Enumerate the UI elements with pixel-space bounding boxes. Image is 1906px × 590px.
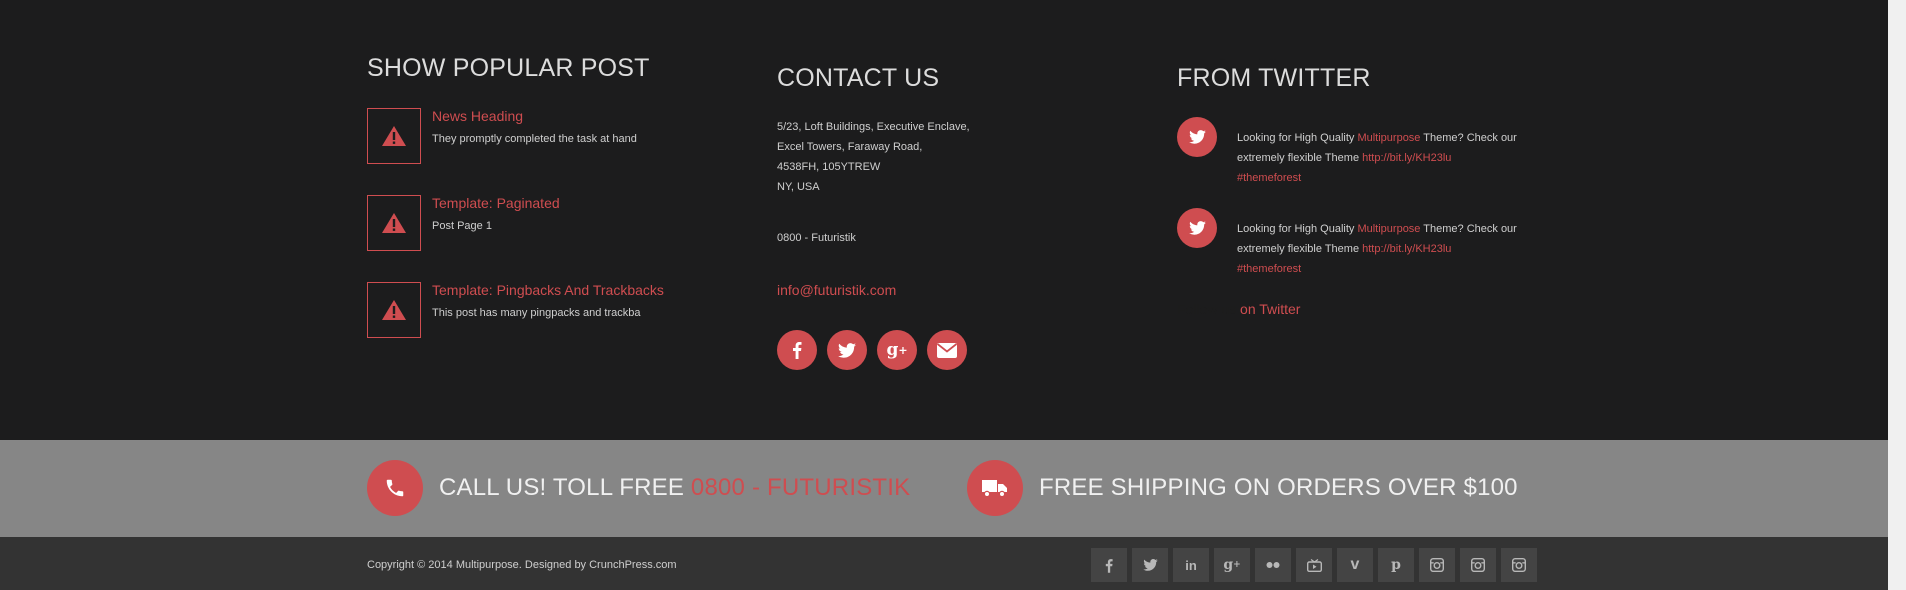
popular-post-title[interactable]: Template: Paginated [432,195,560,211]
flickr-icon[interactable] [1255,548,1291,582]
youtube-icon[interactable] [1296,548,1332,582]
address-line: 5/23, Loft Buildings, Executive Enclave, [777,121,970,133]
warning-icon [367,108,421,164]
tweet-item: Looking for High Quality Multipurpose Th… [1177,117,1537,197]
tweet-hashtag[interactable]: #themeforest [1237,263,1301,275]
linkedin-icon[interactable]: in [1173,548,1209,582]
popular-post-excerpt: They promptly completed the task at hand [432,133,637,145]
popular-post-item[interactable]: Template: Paginated Post Page 1 [367,195,727,253]
contact-email-link[interactable]: info@futuristik.com [777,282,896,298]
promo-band: CALL US! TOLL FREE 0800 - FUTURISTIK FRE… [0,440,1906,537]
popular-post-excerpt: Post Page 1 [432,220,492,232]
google-plus-icon[interactable]: g + [1214,548,1250,582]
tweet-text-part: Looking for High Quality [1237,132,1358,144]
popular-post-title[interactable]: Template: Pingbacks And Trackbacks [432,282,664,298]
facebook-icon[interactable] [777,330,817,370]
tweet-highlight: Multipurpose [1357,132,1421,144]
warning-icon [367,282,421,338]
call-us-text: CALL US! TOLL FREE 0800 - FUTURISTIK [439,474,910,502]
tweet-text: Looking for High Quality Multipurpose Th… [1237,219,1537,279]
call-number[interactable]: 0800 - FUTURISTIK [691,474,910,501]
tweet-text: Looking for High Quality Multipurpose Th… [1237,128,1537,188]
twitter-icon [1177,117,1217,157]
follow-twitter-link[interactable]: on Twitter [1236,301,1300,317]
tweet-highlight: Multipurpose [1357,223,1421,235]
free-shipping-banner: FREE SHIPPING ON ORDERS OVER $100 [967,460,1518,516]
address-line: 4538FH, 105YTREW [777,161,881,173]
email-icon[interactable] [927,330,967,370]
tweet-link[interactable]: http://bit.ly/KH23lu [1362,152,1451,164]
footer-social-links: in g + v p [1091,548,1537,582]
address-line: NY, USA [777,181,820,193]
free-shipping-text: FREE SHIPPING ON ORDERS OVER $100 [1039,474,1518,501]
twitter-icon [1177,208,1217,248]
follow-prefix: Follow us [1177,301,1237,317]
copyright-text: Copyright © 2014 Multipurpose. Designed … [367,559,677,571]
facebook-icon[interactable] [1091,548,1127,582]
contact-heading: CONTACT US [777,64,940,92]
contact-phone: 0800 - Futuristik [777,232,856,244]
instagram-icon[interactable] [1501,548,1537,582]
footer-widgets: SHOW POPULAR POST News Heading They prom… [0,0,1906,440]
popular-post-item[interactable]: Template: Pingbacks And Trackbacks This … [367,282,727,340]
popular-post-title[interactable]: News Heading [432,108,523,124]
twitter-icon[interactable] [1132,548,1168,582]
warning-icon [367,195,421,251]
google-plus-icon[interactable]: g + [877,330,917,370]
tweet-link[interactable]: http://bit.ly/KH23lu [1362,243,1451,255]
call-label: CALL US! TOLL FREE [439,474,691,501]
window-scrollbar[interactable] [1888,0,1906,590]
popular-post-item[interactable]: News Heading They promptly completed the… [367,108,727,166]
vimeo-icon[interactable]: v [1337,548,1373,582]
tweet-text-part: Looking for High Quality [1237,223,1358,235]
follow-on-twitter: Follow us on Twitter [1177,301,1300,317]
call-us-banner: CALL US! TOLL FREE 0800 - FUTURISTIK [367,460,910,516]
truck-icon [967,460,1023,516]
instagram-icon[interactable] [1419,548,1455,582]
popular-post-excerpt: This post has many pingpacks and trackba [432,307,641,319]
pinterest-icon[interactable]: p [1378,548,1414,582]
instagram-icon[interactable] [1460,548,1496,582]
copyright-bar: Copyright © 2014 Multipurpose. Designed … [0,537,1906,590]
phone-icon [367,460,423,516]
twitter-icon[interactable] [827,330,867,370]
popular-posts-heading: SHOW POPULAR POST [367,54,650,82]
tweet-item: Looking for High Quality Multipurpose Th… [1177,208,1537,288]
contact-social-links: g + [777,330,967,370]
twitter-heading: FROM TWITTER [1177,64,1371,92]
tweet-hashtag[interactable]: #themeforest [1237,172,1301,184]
contact-address: 5/23, Loft Buildings, Executive Enclave,… [777,117,970,197]
address-line: Excel Towers, Faraway Road, [777,141,923,153]
